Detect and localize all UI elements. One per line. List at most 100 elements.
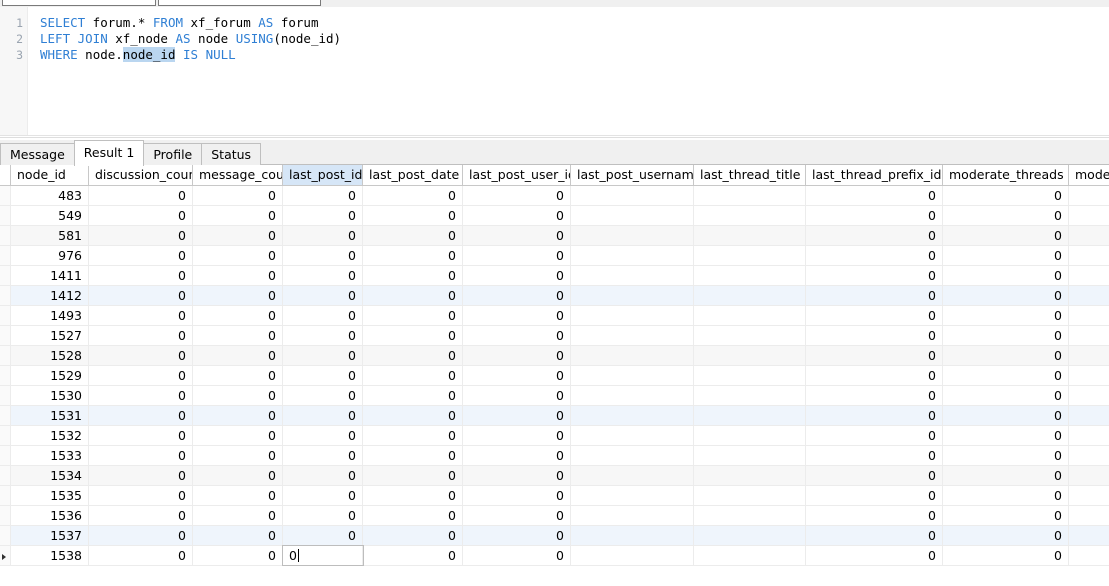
- table-cell-moderate_repl[interactable]: [1069, 286, 1109, 305]
- table-row[interactable]: 581 0 0 0 0 0 0 0: [0, 226, 1109, 246]
- table-cell-last_thread_prefix_id[interactable]: 0: [806, 246, 943, 265]
- table-cell-moderate_threads[interactable]: 0: [943, 486, 1069, 505]
- table-cell-moderate_repl[interactable]: [1069, 426, 1109, 445]
- table-cell-last_thread_prefix_id[interactable]: 0: [806, 486, 943, 505]
- table-cell-node_id[interactable]: 483: [11, 186, 89, 205]
- table-cell-last_thread_title[interactable]: [694, 326, 806, 345]
- table-cell-last_post_date[interactable]: 0: [363, 466, 463, 485]
- table-cell-last_thread_title[interactable]: [694, 226, 806, 245]
- table-cell-message_count[interactable]: 0: [193, 326, 283, 345]
- table-cell-last_post_user_id[interactable]: 0: [463, 226, 571, 245]
- table-cell-last_post_id[interactable]: 0: [283, 526, 363, 545]
- row-indicator[interactable]: [0, 506, 11, 525]
- row-indicator[interactable]: [0, 446, 11, 465]
- table-cell-moderate_threads[interactable]: 0: [943, 266, 1069, 285]
- table-cell-last_thread_prefix_id[interactable]: 0: [806, 326, 943, 345]
- table-cell-discussion_count[interactable]: 0: [89, 526, 193, 545]
- table-cell-node_id[interactable]: 1411: [11, 266, 89, 285]
- table-cell-moderate_threads[interactable]: 0: [943, 446, 1069, 465]
- table-cell-moderate_threads[interactable]: 0: [943, 226, 1069, 245]
- row-indicator[interactable]: [0, 326, 11, 345]
- table-cell-last_thread_prefix_id[interactable]: 0: [806, 406, 943, 425]
- table-cell-discussion_count[interactable]: 0: [89, 506, 193, 525]
- result-tab-result-1[interactable]: Result 1: [73, 140, 145, 166]
- table-row[interactable]: 1532 0 0 0 0 0 0 0: [0, 426, 1109, 446]
- table-cell-last_post_id[interactable]: 0: [283, 506, 363, 525]
- table-cell-last_post_username[interactable]: [571, 246, 694, 265]
- table-cell-last_post_username[interactable]: [571, 226, 694, 245]
- column-header-last_post_user_id[interactable]: last_post_user_id: [463, 165, 571, 185]
- table-cell-moderate_repl[interactable]: [1069, 306, 1109, 325]
- table-cell-node_id[interactable]: 1531: [11, 406, 89, 425]
- column-header-last_post_username[interactable]: last_post_username: [571, 165, 694, 185]
- table-cell-last_thread_title[interactable]: [694, 246, 806, 265]
- table-cell-moderate_repl[interactable]: [1069, 386, 1109, 405]
- table-cell-last_post_date[interactable]: 0: [363, 246, 463, 265]
- table-cell-discussion_count[interactable]: 0: [89, 546, 193, 565]
- table-cell-moderate_repl[interactable]: [1069, 246, 1109, 265]
- row-indicator[interactable]: [0, 306, 11, 325]
- table-cell-node_id[interactable]: 1533: [11, 446, 89, 465]
- table-cell-last_post_user_id[interactable]: 0: [463, 546, 571, 565]
- table-cell-last_post_id[interactable]: 0: [283, 286, 363, 305]
- table-cell-last_post_user_id[interactable]: 0: [463, 506, 571, 525]
- table-cell-last_thread_prefix_id[interactable]: 0: [806, 446, 943, 465]
- table-cell-last_thread_prefix_id[interactable]: 0: [806, 526, 943, 545]
- table-cell-last_post_username[interactable]: [571, 526, 694, 545]
- table-cell-moderate_repl[interactable]: [1069, 266, 1109, 285]
- row-indicator[interactable]: [0, 466, 11, 485]
- table-cell-moderate_repl[interactable]: [1069, 186, 1109, 205]
- table-cell-message_count[interactable]: 0: [193, 366, 283, 385]
- table-cell-node_id[interactable]: 1534: [11, 466, 89, 485]
- table-cell-discussion_count[interactable]: 0: [89, 426, 193, 445]
- table-cell-last_thread_prefix_id[interactable]: 0: [806, 506, 943, 525]
- table-cell-moderate_threads[interactable]: 0: [943, 466, 1069, 485]
- table-cell-message_count[interactable]: 0: [193, 546, 283, 565]
- table-cell-last_post_username[interactable]: [571, 466, 694, 485]
- table-cell-moderate_repl[interactable]: [1069, 486, 1109, 505]
- table-cell-discussion_count[interactable]: 0: [89, 266, 193, 285]
- table-row[interactable]: 1527 0 0 0 0 0 0 0: [0, 326, 1109, 346]
- table-cell-moderate_threads[interactable]: 0: [943, 426, 1069, 445]
- table-cell-last_post_date[interactable]: 0: [363, 366, 463, 385]
- table-cell-message_count[interactable]: 0: [193, 306, 283, 325]
- table-row[interactable]: 1412 0 0 0 0 0 0 0: [0, 286, 1109, 306]
- table-row[interactable]: 1536 0 0 0 0 0 0 0: [0, 506, 1109, 526]
- table-cell-message_count[interactable]: 0: [193, 506, 283, 525]
- table-cell-last_post_username[interactable]: [571, 186, 694, 205]
- table-cell-last_thread_title[interactable]: [694, 406, 806, 425]
- table-cell-last_thread_title[interactable]: [694, 186, 806, 205]
- column-header-last_thread_prefix_id[interactable]: last_thread_prefix_id: [806, 165, 943, 185]
- table-cell-moderate_repl[interactable]: [1069, 206, 1109, 225]
- table-cell-last_post_user_id[interactable]: 0: [463, 486, 571, 505]
- table-cell-last_thread_title[interactable]: [694, 366, 806, 385]
- table-cell-last_post_username[interactable]: [571, 446, 694, 465]
- table-cell-node_id[interactable]: 1538: [11, 546, 89, 565]
- row-indicator[interactable]: [0, 526, 11, 545]
- table-cell-last_post_id[interactable]: 0: [283, 266, 363, 285]
- table-cell-last_thread_prefix_id[interactable]: 0: [806, 186, 943, 205]
- table-cell-last_post_username[interactable]: [571, 306, 694, 325]
- row-indicator[interactable]: [0, 486, 11, 505]
- table-cell-last_post_id[interactable]: 0: [283, 406, 363, 425]
- table-cell-last_thread_prefix_id[interactable]: 0: [806, 266, 943, 285]
- table-cell-last_post_date[interactable]: 0: [363, 526, 463, 545]
- table-row[interactable]: 976 0 0 0 0 0 0 0: [0, 246, 1109, 266]
- table-cell-node_id[interactable]: 1529: [11, 366, 89, 385]
- table-cell-last_post_user_id[interactable]: 0: [463, 186, 571, 205]
- row-indicator[interactable]: [0, 186, 11, 205]
- result-tab-message[interactable]: Message: [0, 143, 75, 165]
- table-cell-last_thread_title[interactable]: [694, 546, 806, 565]
- table-cell-moderate_threads[interactable]: 0: [943, 306, 1069, 325]
- table-cell-message_count[interactable]: 0: [193, 186, 283, 205]
- table-cell-last_thread_title[interactable]: [694, 506, 806, 525]
- table-cell-message_count[interactable]: 0: [193, 226, 283, 245]
- table-row[interactable]: 1529 0 0 0 0 0 0 0: [0, 366, 1109, 386]
- table-cell-last_post_id[interactable]: 0: [283, 466, 363, 485]
- table-cell-node_id[interactable]: 1530: [11, 386, 89, 405]
- row-indicator[interactable]: [0, 426, 11, 445]
- table-cell-last_post_user_id[interactable]: 0: [463, 286, 571, 305]
- table-cell-last_post_date[interactable]: 0: [363, 386, 463, 405]
- table-cell-last_post_username[interactable]: [571, 326, 694, 345]
- table-row[interactable]: 1528 0 0 0 0 0 0 0: [0, 346, 1109, 366]
